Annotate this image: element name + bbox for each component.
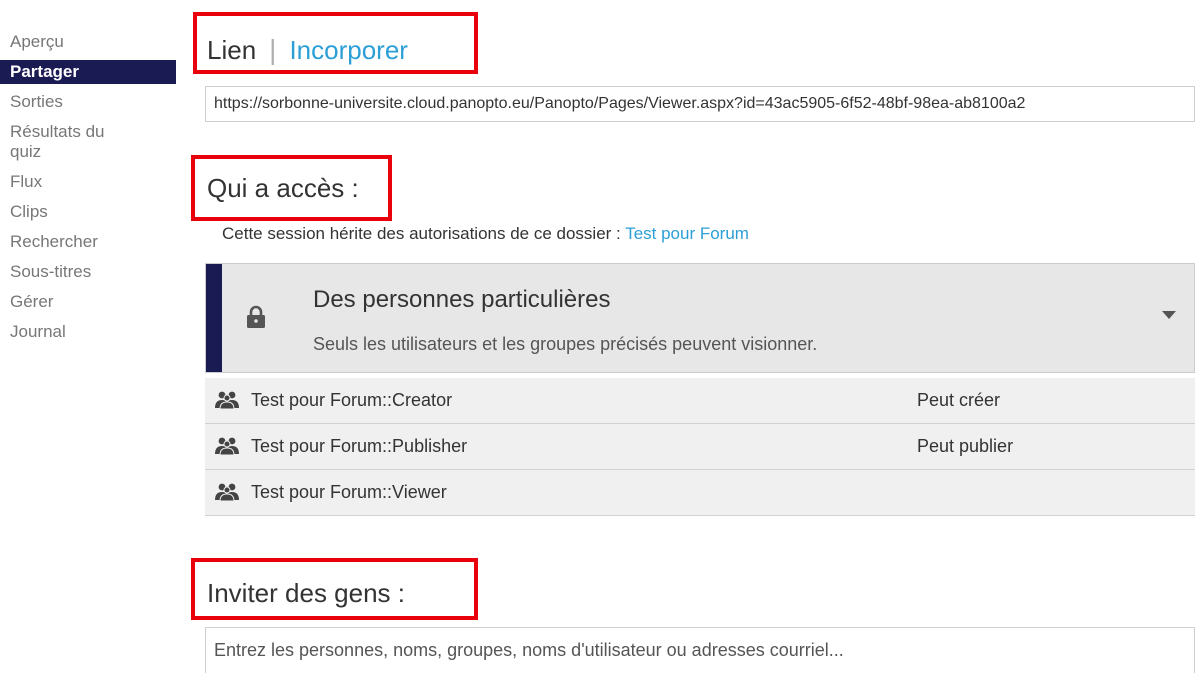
- access-level-description: Seuls les utilisateurs et les groupes pr…: [313, 334, 818, 354]
- sidebar-item-gerer[interactable]: Gérer: [0, 290, 176, 314]
- sidebar-item-rechercher[interactable]: Rechercher: [0, 230, 176, 254]
- annotation-box-access: [191, 155, 392, 221]
- permission-name: Test pour Forum::Creator: [251, 390, 453, 410]
- sidebar-item-sous-titres[interactable]: Sous-titres: [0, 260, 176, 284]
- inherit-text: Cette session hérite des autorisations d…: [222, 224, 626, 243]
- access-level-title: Des personnes particulières: [313, 286, 611, 313]
- permission-name: Test pour Forum::Publisher: [251, 436, 468, 456]
- sidebar-item-clips[interactable]: Clips: [0, 200, 176, 224]
- sidebar-item-flux[interactable]: Flux: [0, 170, 176, 194]
- group-icon: [215, 483, 239, 501]
- group-icon: [215, 391, 239, 409]
- sidebar-item-sorties[interactable]: Sorties: [0, 90, 176, 114]
- permission-row-creator: Test pour Forum::Creator Peut créer: [205, 378, 1195, 424]
- annotation-box-invite: [191, 558, 478, 620]
- sidebar-item-apercu[interactable]: Aperçu: [0, 30, 176, 54]
- share-url-field[interactable]: [205, 86, 1195, 122]
- sidebar-item-partager[interactable]: Partager: [0, 60, 176, 84]
- permission-level: Peut créer: [917, 390, 1001, 410]
- sidebar-nav: Aperçu Partager Sorties Résultats du qui…: [0, 30, 176, 350]
- lock-icon: [247, 305, 265, 328]
- invite-people-input[interactable]: [205, 627, 1195, 673]
- share-page: Aperçu Partager Sorties Résultats du qui…: [0, 0, 1195, 673]
- permission-row-publisher: Test pour Forum::Publisher Peut publier: [205, 424, 1195, 470]
- caret-down-icon[interactable]: [1162, 311, 1176, 319]
- sidebar-item-resultats-quiz[interactable]: Résultats du quiz: [0, 120, 140, 164]
- inherit-notice: Cette session hérite des autorisations d…: [222, 224, 749, 244]
- access-level-dropdown[interactable]: Des personnes particulières Seuls les ut…: [205, 263, 1195, 373]
- access-level-accent-bar: [206, 264, 222, 372]
- permission-level: Peut publier: [917, 436, 1014, 456]
- group-icon: [215, 437, 239, 455]
- inherit-folder-link[interactable]: Test pour Forum: [625, 224, 749, 243]
- permission-row-viewer: Test pour Forum::Viewer: [205, 470, 1195, 516]
- sidebar-item-journal[interactable]: Journal: [0, 320, 176, 344]
- annotation-box-tabs: [193, 12, 478, 74]
- permission-name: Test pour Forum::Viewer: [251, 482, 447, 502]
